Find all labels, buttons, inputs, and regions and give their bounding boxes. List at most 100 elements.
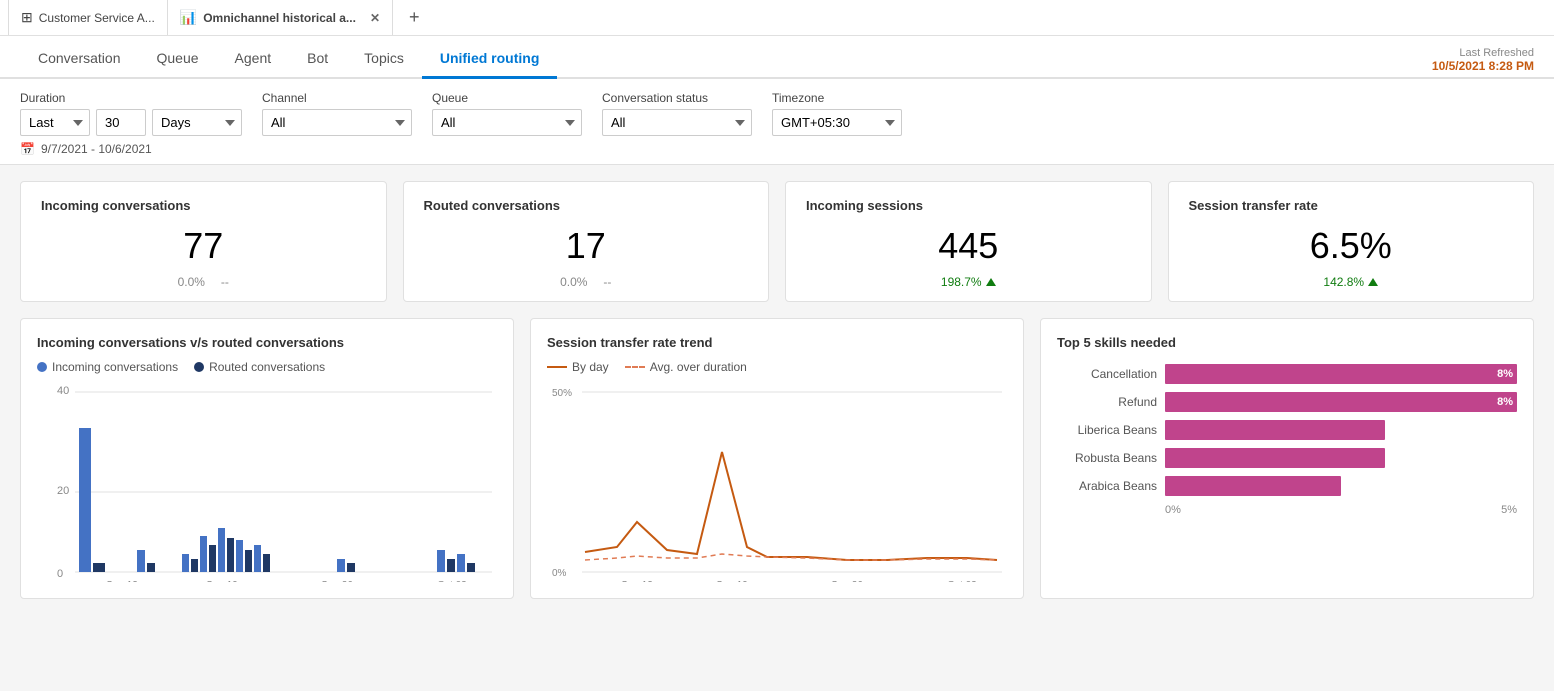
skill-row-liberica: Liberica Beans 5%: [1057, 420, 1517, 440]
filters-bar: Duration Last Days Channel All Queue All: [0, 79, 1554, 165]
svg-text:Sep 12: Sep 12: [621, 580, 653, 582]
legend-routed-dot: [194, 362, 204, 372]
line-by-day: [585, 452, 997, 560]
skill-row-refund: Refund 8%: [1057, 392, 1517, 412]
duration-filter: Duration Last Days: [20, 91, 242, 136]
date-range: 📅 9/7/2021 - 10/6/2021: [20, 142, 1534, 156]
nav-tab-unified-routing[interactable]: Unified routing: [422, 36, 558, 79]
grid-icon: ⊞: [21, 9, 33, 26]
kpi-incoming-sessions: Incoming sessions 445 198.7%: [785, 181, 1152, 302]
svg-text:Oct 03: Oct 03: [947, 580, 977, 582]
bar-chart-area: 40 20 0: [37, 382, 497, 582]
svg-text:0: 0: [57, 568, 63, 580]
bar-incoming-sep18: [218, 528, 225, 572]
chart-icon: 📊: [180, 9, 197, 26]
filter-row: Duration Last Days Channel All Queue All: [20, 91, 1534, 136]
channel-select[interactable]: All: [262, 109, 412, 136]
conversation-status-select[interactable]: All: [602, 109, 752, 136]
trend-up-icon-transfer: [1368, 278, 1378, 286]
bar-incoming-sep17: [200, 536, 207, 572]
duration-preset-select[interactable]: Last: [20, 109, 90, 136]
bar-routed-sep12a: [147, 563, 155, 572]
last-refreshed: Last Refreshed 10/5/2021 8:28 PM: [1432, 39, 1534, 77]
svg-text:Oct 03: Oct 03: [437, 580, 467, 582]
kpi-sub-1: 0.0% --: [41, 275, 366, 289]
nav-tab-queue[interactable]: Queue: [139, 36, 217, 79]
svg-text:Sep 26: Sep 26: [831, 580, 863, 582]
timezone-select[interactable]: GMT+05:30: [772, 109, 902, 136]
duration-unit-select[interactable]: Days: [152, 109, 242, 136]
trend-up-icon-sessions: [986, 278, 996, 286]
channel-filter: Channel All: [262, 91, 412, 136]
tab-csa-label: Customer Service A...: [39, 11, 155, 25]
tab-close-button[interactable]: ✕: [370, 11, 380, 25]
bar-routed-sep26: [347, 563, 355, 572]
kpi-sub-3: 198.7%: [806, 275, 1131, 289]
legend-by-day: By day: [547, 360, 609, 374]
duration-value-input[interactable]: [96, 109, 146, 136]
calendar-icon: 📅: [20, 142, 35, 156]
legend-avg-dashed: [625, 366, 645, 368]
bar-routed-sep19: [245, 550, 252, 572]
bar-chart-card: Incoming conversations v/s routed conver…: [20, 318, 514, 599]
bar-incoming-sep12a: [137, 550, 145, 572]
duration-controls: Last Days: [20, 109, 242, 136]
nav-tab-bot[interactable]: Bot: [289, 36, 346, 79]
bar-chart-legend: Incoming conversations Routed conversati…: [37, 360, 497, 374]
bar-incoming-sep16: [182, 554, 189, 572]
tab-csa[interactable]: ⊞ Customer Service A...: [8, 0, 168, 35]
timezone-filter: Timezone GMT+05:30: [772, 91, 902, 136]
bar-routed-sep20: [263, 554, 270, 572]
svg-text:Sep 12: Sep 12: [106, 580, 138, 582]
svg-text:0%: 0%: [552, 568, 567, 579]
line-chart-legend: By day Avg. over duration: [547, 360, 1007, 374]
svg-text:20: 20: [57, 485, 69, 497]
skill-row-robusta: Robusta Beans 5%: [1057, 448, 1517, 468]
kpi-sub-4: 142.8%: [1189, 275, 1514, 289]
nav-tab-topics[interactable]: Topics: [346, 36, 422, 79]
svg-text:50%: 50%: [552, 388, 572, 399]
bar-routed-oct02: [447, 559, 455, 572]
bar-routed-sep17: [209, 545, 216, 572]
nav-tabs: Conversation Queue Agent Bot Topics Unif…: [20, 36, 557, 77]
svg-text:Sep 19: Sep 19: [716, 580, 748, 582]
kpi-session-transfer-rate: Session transfer rate 6.5% 142.8%: [1168, 181, 1535, 302]
tab-omni-label: Omnichannel historical a...: [203, 11, 356, 25]
bar-routed-sep16: [191, 559, 198, 572]
legend-incoming: Incoming conversations: [37, 360, 178, 374]
skills-chart-card: Top 5 skills needed Cancellation 8% Refu…: [1040, 318, 1534, 599]
charts-row: Incoming conversations v/s routed conver…: [0, 318, 1554, 615]
bar-incoming-sep19: [236, 540, 243, 572]
skill-bar-liberica: 5%: [1165, 420, 1517, 440]
nav-bar: Conversation Queue Agent Bot Topics Unif…: [0, 36, 1554, 79]
nav-tab-conversation[interactable]: Conversation: [20, 36, 139, 79]
skills-x-axis: 0% 5%: [1057, 504, 1517, 516]
bar-routed-oct03: [467, 563, 475, 572]
nav-tab-agent[interactable]: Agent: [217, 36, 290, 79]
queue-filter: Queue All: [432, 91, 582, 136]
kpi-sub-2: 0.0% --: [424, 275, 749, 289]
bar-chart-svg: 40 20 0: [37, 382, 497, 582]
queue-select[interactable]: All: [432, 109, 582, 136]
bar-incoming-sep5: [79, 428, 91, 572]
legend-routed: Routed conversations: [194, 360, 325, 374]
skill-bar-arabica: 4%: [1165, 476, 1517, 496]
new-tab-button[interactable]: +: [401, 7, 428, 28]
skill-bar-cancellation: 8%: [1165, 364, 1517, 384]
bar-incoming-sep20: [254, 545, 261, 572]
line-chart-area: 50% 0% Sep 12 Sep 19 Sep 26 Oct 03: [547, 382, 1007, 582]
bar-incoming-sep26: [337, 559, 345, 572]
legend-by-day-line: [547, 366, 567, 368]
tab-bar: ⊞ Customer Service A... 📊 Omnichannel hi…: [0, 0, 1554, 36]
skill-row-cancellation: Cancellation 8%: [1057, 364, 1517, 384]
svg-text:40: 40: [57, 385, 69, 397]
kpi-row: Incoming conversations 77 0.0% -- Routed…: [0, 165, 1554, 318]
kpi-routed-conversations: Routed conversations 17 0.0% --: [403, 181, 770, 302]
skill-row-arabica: Arabica Beans 4%: [1057, 476, 1517, 496]
svg-text:Sep 26: Sep 26: [321, 580, 353, 582]
legend-avg-duration: Avg. over duration: [625, 360, 747, 374]
bar-routed-sep5: [93, 563, 105, 572]
line-chart-card: Session transfer rate trend By day Avg. …: [530, 318, 1024, 599]
tab-omni[interactable]: 📊 Omnichannel historical a... ✕: [168, 0, 393, 35]
bar-routed-sep18: [227, 538, 234, 572]
